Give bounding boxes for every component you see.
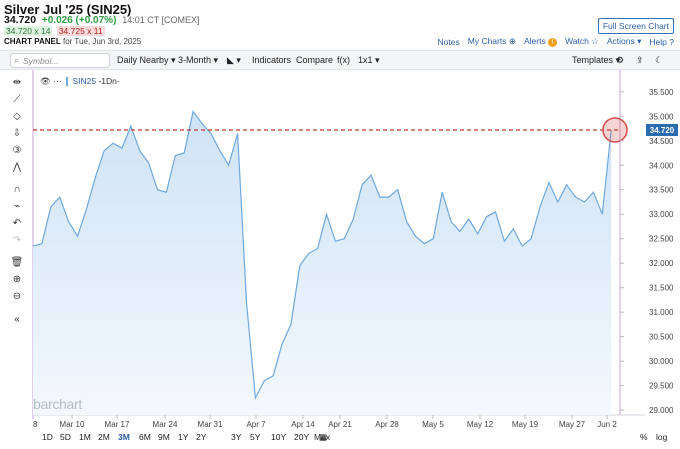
chart-toolbar: ⌕ Symbol... Daily Nearby ▾ 3-Month ▾ ◣ ▾… bbox=[0, 50, 680, 70]
last-price: 34.720 bbox=[4, 14, 37, 26]
range-5d[interactable]: 5D bbox=[60, 432, 71, 442]
range-3m[interactable]: 3M bbox=[118, 432, 130, 442]
y-tick-label: 31.000 bbox=[649, 308, 674, 317]
y-tick-label: 30.000 bbox=[649, 357, 674, 366]
range-1m[interactable]: 1M bbox=[79, 432, 91, 442]
symbol-search-input[interactable]: ⌕ Symbol... bbox=[10, 53, 110, 68]
actions-label: Actions bbox=[606, 36, 635, 46]
symbol-placeholder: Symbol... bbox=[23, 56, 59, 66]
panel-title: CHART PANEL bbox=[4, 37, 61, 46]
range-5y[interactable]: 5Y bbox=[250, 432, 260, 442]
bid-ask: 34.720 x 14 34.725 x 11 bbox=[4, 26, 105, 36]
y-tick-label: 32.500 bbox=[649, 235, 674, 244]
y-tick-label: 35.500 bbox=[649, 88, 674, 97]
gear-icon[interactable]: ⚙ bbox=[616, 55, 624, 66]
aggregation-dropdown[interactable]: Daily Nearby ▾ bbox=[117, 55, 176, 66]
range-1y[interactable]: 1Y bbox=[178, 432, 188, 442]
help-link[interactable]: Help ? bbox=[649, 37, 674, 47]
quote-header: Silver Jul '25 (SIN25) 34.720 +0.026 (+0… bbox=[0, 0, 680, 50]
compare-button[interactable]: Compare bbox=[296, 55, 333, 65]
price-line: 34.720 +0.026 (+0.07%) 14:01 CT [COMEX] bbox=[4, 14, 200, 26]
y-tick-label: 29.500 bbox=[649, 382, 674, 391]
star-icon: ☆ bbox=[591, 36, 599, 46]
price-highlight-circle bbox=[602, 117, 628, 143]
notes-label: Notes bbox=[437, 36, 460, 47]
percent-toggle[interactable]: % bbox=[640, 432, 648, 442]
alerts-link[interactable]: Alerts ! bbox=[523, 36, 558, 47]
bid-value: 34.720 x 14 bbox=[4, 26, 53, 36]
help-icon: ? bbox=[669, 36, 674, 47]
actions-menu[interactable]: Actions ▾ bbox=[607, 36, 642, 47]
layout-dropdown[interactable]: 1x1 ▾ bbox=[358, 55, 380, 66]
panel-date: for Tue, Jun 3rd, 2025 bbox=[62, 37, 142, 46]
range-20y[interactable]: 20Y bbox=[294, 432, 309, 442]
range-2y[interactable]: 2Y bbox=[196, 432, 206, 442]
templates-dropdown[interactable]: Templates ▾ bbox=[572, 55, 620, 66]
range-6m[interactable]: 6M bbox=[139, 432, 151, 442]
layout-label: 1x1 bbox=[358, 55, 373, 65]
price-change: +0.026 (+0.07%) bbox=[41, 15, 117, 26]
search-icon: ⌕ bbox=[14, 55, 20, 65]
templates-label: Templates bbox=[572, 55, 614, 65]
price-time: 14:01 CT [COMEX] bbox=[122, 15, 200, 25]
function-button[interactable]: f(x) bbox=[337, 55, 350, 65]
mountain-chart-icon: ◣ bbox=[227, 55, 234, 65]
last-price-tag-label: 34.720 bbox=[650, 126, 675, 135]
alerts-label: Alerts bbox=[523, 36, 546, 46]
my-charts-label: My Charts bbox=[467, 36, 507, 46]
share-icon[interactable]: ⇪ bbox=[636, 55, 644, 66]
notes-link[interactable]: Notes bbox=[438, 37, 460, 47]
period-label: 3-Month bbox=[178, 55, 212, 65]
y-tick-label: 32.000 bbox=[649, 259, 674, 268]
plus-circle-icon: ⊕ bbox=[508, 36, 516, 46]
y-tick-label: 31.500 bbox=[649, 284, 674, 293]
period-dropdown[interactable]: 3-Month ▾ bbox=[178, 55, 218, 66]
help-label: Help bbox=[649, 36, 667, 47]
ask-value: 34.725 x 11 bbox=[56, 26, 105, 36]
price-chart[interactable]: 35.500 35.000 34.500 34.000 33.500 33.000 32.5… bbox=[0, 70, 680, 435]
calendar-icon[interactable]: ▦ bbox=[319, 432, 327, 443]
indicators-button[interactable]: Indicators bbox=[252, 55, 291, 65]
range-9m[interactable]: 9M bbox=[158, 432, 170, 442]
price-area-fill bbox=[33, 111, 612, 416]
y-tick-label: 34.500 bbox=[649, 137, 674, 146]
my-charts-link[interactable]: My Charts ⊕ bbox=[468, 36, 516, 47]
range-selector: 1D 5D 1M 2M 3M 6M 9M 1Y 2Y 3Y 5Y 10Y 20Y Max ▦% log bbox=[0, 428, 680, 448]
y-tick-label: 30.500 bbox=[649, 333, 674, 342]
watch-link[interactable]: Watch ☆ bbox=[565, 36, 599, 47]
full-screen-chart-button[interactable]: Full Screen Chart bbox=[597, 18, 674, 34]
y-tick-label: 35.000 bbox=[649, 112, 674, 121]
chart-panel-label: CHART PANEL for Tue, Jun 3rd, 2025 bbox=[4, 37, 141, 46]
log-toggle[interactable]: log bbox=[656, 432, 667, 442]
y-tick-label: 29.000 bbox=[649, 406, 674, 415]
y-tick-label: 34.000 bbox=[649, 161, 674, 170]
dark-mode-icon[interactable]: ☾ bbox=[655, 55, 663, 66]
aggregation-label: Daily Nearby bbox=[117, 55, 169, 65]
watch-label: Watch bbox=[565, 36, 589, 46]
barchart-logo: barchart bbox=[33, 396, 82, 412]
y-tick-label: 33.000 bbox=[649, 210, 674, 219]
alert-icon: ! bbox=[548, 38, 558, 47]
header-actions: Notes My Charts ⊕ Alerts ! Watch ☆ Actio… bbox=[438, 36, 674, 47]
range-1d[interactable]: 1D bbox=[42, 432, 53, 442]
chart-type-button[interactable]: ◣ ▾ bbox=[227, 55, 241, 66]
range-10y[interactable]: 10Y bbox=[271, 432, 286, 442]
chevron-down-icon: ▾ bbox=[637, 36, 642, 46]
y-tick-label: 33.500 bbox=[649, 186, 674, 195]
range-2m[interactable]: 2M bbox=[98, 432, 110, 442]
range-3y[interactable]: 3Y bbox=[231, 432, 241, 442]
